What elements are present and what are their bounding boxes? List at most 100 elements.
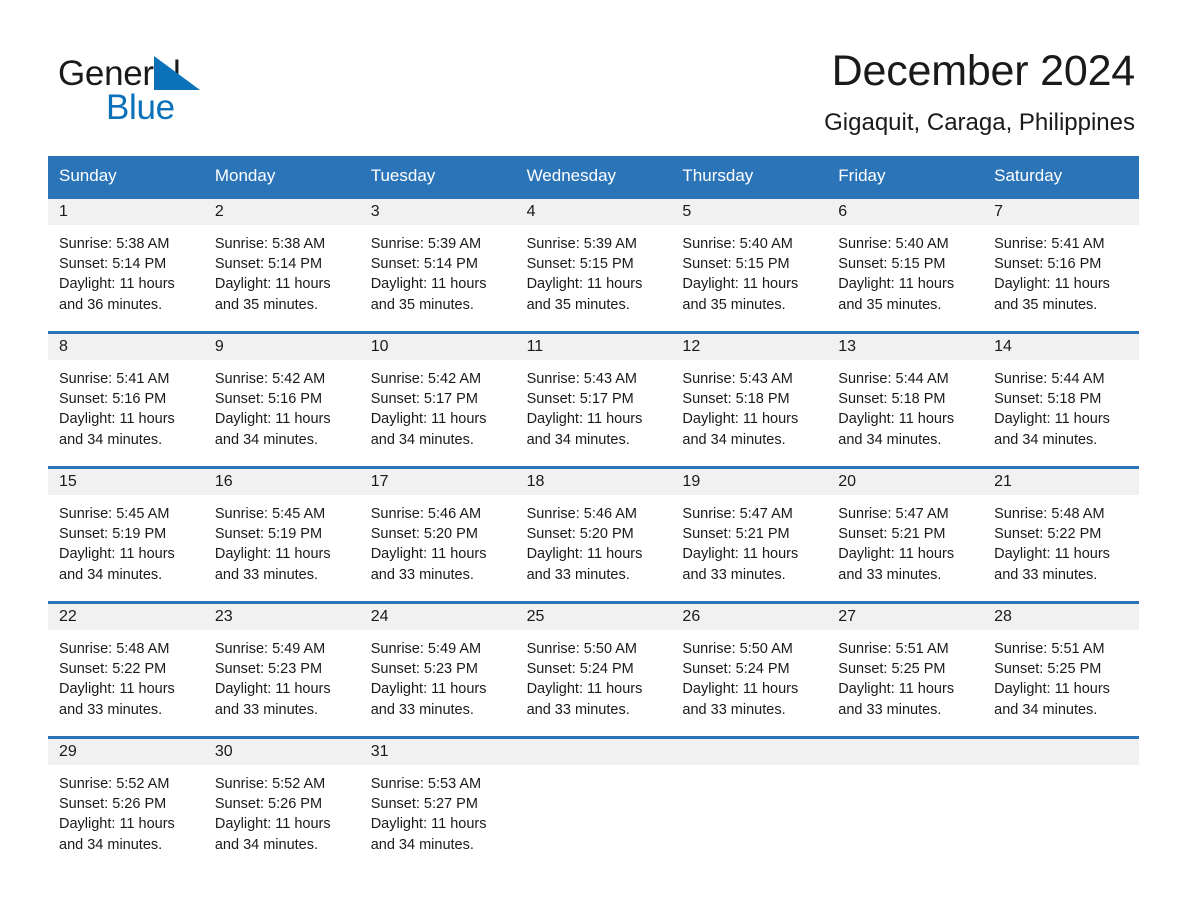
sunrise-text: Sunrise: 5:43 AM bbox=[682, 371, 793, 387]
sunset-text: Sunset: 5:23 PM bbox=[214, 661, 323, 678]
day-cell[interactable]: 28 Sunrise: 5:51 AM Sunset: 5:25 PM Dayl… bbox=[983, 604, 1139, 736]
day-cell[interactable]: 27 Sunrise: 5:51 AM Sunset: 5:25 PM Dayl… bbox=[827, 604, 984, 736]
daylight-text-line2: and 33 minutes. bbox=[370, 701, 474, 718]
sunset-text: Sunset: 5:15 PM bbox=[838, 256, 946, 273]
day-cell[interactable]: 3 Sunrise: 5:39 AM Sunset: 5:14 PM Dayli… bbox=[359, 199, 516, 331]
day-cell-empty bbox=[827, 739, 984, 857]
sunset-text: Sunset: 5:20 PM bbox=[370, 526, 478, 543]
day-cell[interactable]: 1 Sunrise: 5:38 AM Sunset: 5:14 PM Dayli… bbox=[48, 199, 204, 331]
daylight-text-line2: and 34 minutes. bbox=[214, 836, 319, 853]
daylight-text-line1: Daylight: 11 hours bbox=[59, 681, 175, 698]
day-cell[interactable]: 7 Sunrise: 5:41 AM Sunset: 5:16 PM Dayli… bbox=[983, 199, 1139, 331]
calendar-grid: Sunday Monday Tuesday Wednesday Thursday… bbox=[48, 156, 1139, 857]
day-number: 28 bbox=[994, 608, 1012, 625]
day-cell[interactable]: 29 Sunrise: 5:52 AM Sunset: 5:26 PM Dayl… bbox=[48, 739, 204, 857]
day-number: 4 bbox=[526, 203, 536, 220]
day-cell[interactable]: 15 Sunrise: 5:45 AM Sunset: 5:19 PM Dayl… bbox=[48, 469, 204, 601]
day-details: Sunrise: 5:53 AM Sunset: 5:27 PM Dayligh… bbox=[360, 765, 516, 855]
daylight-text-line2: and 34 minutes. bbox=[838, 431, 942, 448]
sunset-text: Sunset: 5:26 PM bbox=[214, 796, 323, 813]
day-number: 8 bbox=[59, 338, 68, 355]
daylight-text-line2: and 33 minutes. bbox=[838, 701, 942, 718]
daylight-text-line1: Daylight: 11 hours bbox=[214, 681, 331, 698]
day-number: 30 bbox=[214, 743, 233, 760]
day-cell[interactable]: 23 Sunrise: 5:49 AM Sunset: 5:23 PM Dayl… bbox=[203, 604, 360, 736]
day-cell-empty bbox=[515, 739, 672, 857]
day-number-band: 28 bbox=[983, 604, 1139, 630]
daylight-text-line2: and 35 minutes. bbox=[682, 296, 786, 313]
week-row: 1 Sunrise: 5:38 AM Sunset: 5:14 PM Dayli… bbox=[48, 196, 1139, 331]
day-cell[interactable]: 17 Sunrise: 5:46 AM Sunset: 5:20 PM Dayl… bbox=[359, 469, 516, 601]
day-cell[interactable]: 16 Sunrise: 5:45 AM Sunset: 5:19 PM Dayl… bbox=[203, 469, 360, 601]
daylight-text-line1: Daylight: 11 hours bbox=[370, 816, 487, 833]
day-number: 31 bbox=[370, 743, 389, 760]
day-cell[interactable]: 5 Sunrise: 5:40 AM Sunset: 5:15 PM Dayli… bbox=[671, 199, 828, 331]
day-cell[interactable]: 25 Sunrise: 5:50 AM Sunset: 5:24 PM Dayl… bbox=[515, 604, 672, 736]
day-cell[interactable]: 10 Sunrise: 5:42 AM Sunset: 5:17 PM Dayl… bbox=[359, 334, 516, 466]
day-cell[interactable]: 4 Sunrise: 5:39 AM Sunset: 5:15 PM Dayli… bbox=[515, 199, 672, 331]
sunrise-text: Sunrise: 5:40 AM bbox=[682, 236, 793, 252]
day-number: 11 bbox=[526, 338, 544, 355]
daylight-text-line1: Daylight: 11 hours bbox=[370, 546, 487, 563]
day-number-band: 12 bbox=[671, 334, 828, 360]
day-number-band bbox=[515, 739, 672, 765]
day-number: 12 bbox=[682, 338, 701, 355]
daylight-text-line1: Daylight: 11 hours bbox=[59, 816, 175, 833]
sunset-text: Sunset: 5:14 PM bbox=[214, 256, 323, 273]
day-number-band bbox=[983, 739, 1139, 765]
day-cell[interactable]: 2 Sunrise: 5:38 AM Sunset: 5:14 PM Dayli… bbox=[203, 199, 360, 331]
day-cell[interactable]: 22 Sunrise: 5:48 AM Sunset: 5:22 PM Dayl… bbox=[48, 604, 204, 736]
day-cell[interactable]: 30 Sunrise: 5:52 AM Sunset: 5:26 PM Dayl… bbox=[203, 739, 360, 857]
daylight-text-line2: and 33 minutes. bbox=[682, 566, 786, 583]
weekday-header-friday: Friday bbox=[838, 166, 886, 185]
weekday-header-saturday: Saturday bbox=[994, 166, 1063, 185]
day-cell[interactable]: 31 Sunrise: 5:53 AM Sunset: 5:27 PM Dayl… bbox=[359, 739, 516, 857]
day-cell[interactable]: 12 Sunrise: 5:43 AM Sunset: 5:18 PM Dayl… bbox=[671, 334, 828, 466]
sunset-text: Sunset: 5:25 PM bbox=[994, 661, 1102, 678]
day-details: Sunrise: 5:43 AM Sunset: 5:17 PM Dayligh… bbox=[516, 360, 672, 450]
day-cell[interactable]: 18 Sunrise: 5:46 AM Sunset: 5:20 PM Dayl… bbox=[515, 469, 672, 601]
day-number-band: 5 bbox=[671, 199, 828, 225]
sunrise-text: Sunrise: 5:52 AM bbox=[214, 776, 326, 792]
sunrise-text: Sunrise: 5:38 AM bbox=[214, 236, 326, 252]
sunset-text: Sunset: 5:27 PM bbox=[370, 796, 478, 813]
day-number: 18 bbox=[526, 473, 545, 490]
daylight-text-line2: and 35 minutes. bbox=[370, 296, 474, 313]
day-cell[interactable]: 21 Sunrise: 5:48 AM Sunset: 5:22 PM Dayl… bbox=[983, 469, 1139, 601]
day-cell[interactable]: 9 Sunrise: 5:42 AM Sunset: 5:16 PM Dayli… bbox=[203, 334, 360, 466]
sunset-text: Sunset: 5:16 PM bbox=[59, 391, 167, 408]
sunset-text: Sunset: 5:19 PM bbox=[214, 526, 323, 543]
sunset-text: Sunset: 5:20 PM bbox=[526, 526, 634, 543]
day-cell[interactable]: 19 Sunrise: 5:47 AM Sunset: 5:21 PM Dayl… bbox=[671, 469, 828, 601]
day-number-band: 20 bbox=[827, 469, 984, 495]
day-number: 25 bbox=[526, 608, 545, 625]
generalblue-logo[interactable]: General Blue bbox=[58, 44, 258, 125]
sunset-text: Sunset: 5:16 PM bbox=[214, 391, 323, 408]
day-cell[interactable]: 11 Sunrise: 5:43 AM Sunset: 5:17 PM Dayl… bbox=[515, 334, 672, 466]
sunset-text: Sunset: 5:21 PM bbox=[682, 526, 790, 543]
sunset-text: Sunset: 5:26 PM bbox=[59, 796, 167, 813]
day-number-band: 3 bbox=[359, 199, 516, 225]
day-number-band: 9 bbox=[203, 334, 360, 360]
day-cell[interactable]: 14 Sunrise: 5:44 AM Sunset: 5:18 PM Dayl… bbox=[983, 334, 1139, 466]
day-cell[interactable]: 26 Sunrise: 5:50 AM Sunset: 5:24 PM Dayl… bbox=[671, 604, 828, 736]
day-details bbox=[827, 765, 983, 774]
day-cell[interactable]: 8 Sunrise: 5:41 AM Sunset: 5:16 PM Dayli… bbox=[48, 334, 204, 466]
day-details: Sunrise: 5:42 AM Sunset: 5:16 PM Dayligh… bbox=[204, 360, 360, 450]
day-details: Sunrise: 5:50 AM Sunset: 5:24 PM Dayligh… bbox=[516, 630, 672, 720]
day-details: Sunrise: 5:50 AM Sunset: 5:24 PM Dayligh… bbox=[671, 630, 827, 720]
day-cell[interactable]: 6 Sunrise: 5:40 AM Sunset: 5:15 PM Dayli… bbox=[827, 199, 984, 331]
daylight-text-line2: and 35 minutes. bbox=[838, 296, 942, 313]
daylight-text-line1: Daylight: 11 hours bbox=[214, 816, 331, 833]
day-cell[interactable]: 13 Sunrise: 5:44 AM Sunset: 5:18 PM Dayl… bbox=[827, 334, 984, 466]
day-details: Sunrise: 5:47 AM Sunset: 5:21 PM Dayligh… bbox=[827, 495, 983, 585]
day-number: 6 bbox=[838, 203, 848, 220]
day-number-band: 15 bbox=[48, 469, 204, 495]
day-number: 29 bbox=[59, 743, 77, 760]
day-cell[interactable]: 24 Sunrise: 5:49 AM Sunset: 5:23 PM Dayl… bbox=[359, 604, 516, 736]
day-number-band: 24 bbox=[359, 604, 516, 630]
day-number: 27 bbox=[838, 608, 857, 625]
daylight-text-line1: Daylight: 11 hours bbox=[682, 681, 799, 698]
day-details: Sunrise: 5:44 AM Sunset: 5:18 PM Dayligh… bbox=[827, 360, 983, 450]
day-cell[interactable]: 20 Sunrise: 5:47 AM Sunset: 5:21 PM Dayl… bbox=[827, 469, 984, 601]
